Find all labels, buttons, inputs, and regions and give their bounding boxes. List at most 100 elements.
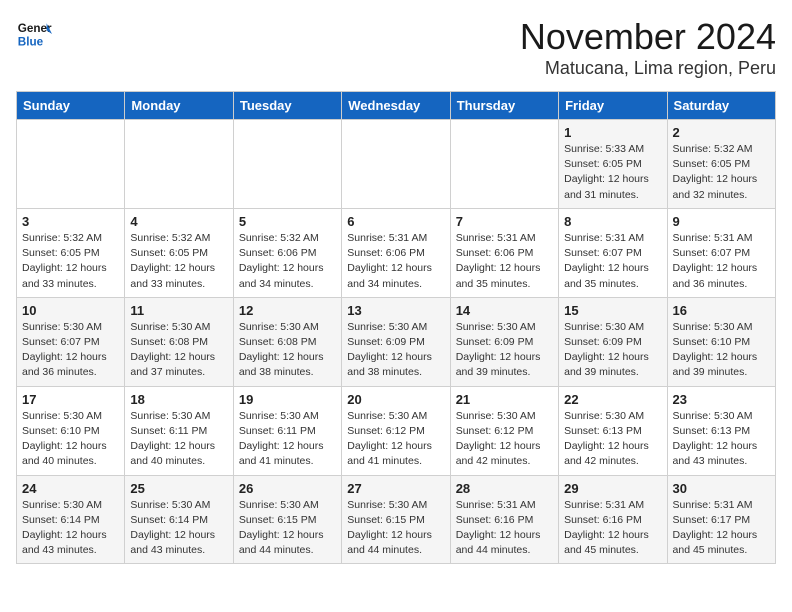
- calendar-day-cell: 21 Sunrise: 5:30 AM Sunset: 6:12 PM Dayli…: [450, 386, 558, 475]
- calendar-day-cell: 4 Sunrise: 5:32 AM Sunset: 6:05 PM Daylig…: [125, 208, 233, 297]
- weekday-header-cell: Wednesday: [342, 92, 450, 120]
- day-detail: Sunrise: 5:30 AM Sunset: 6:09 PM Dayligh…: [456, 320, 553, 381]
- day-detail: Sunrise: 5:32 AM Sunset: 6:05 PM Dayligh…: [673, 142, 770, 203]
- calendar-week-row: 10Sunrise: 5:30 AM Sunset: 6:07 PM Dayli…: [17, 297, 776, 386]
- day-number: 18: [130, 392, 227, 407]
- title-area: November 2024 Matucana, Lima region, Per…: [520, 16, 776, 79]
- day-detail: Sunrise: 5:30 AM Sunset: 6:12 PM Dayligh…: [347, 409, 444, 470]
- day-detail: Sunrise: 5:30 AM Sunset: 6:12 PM Dayligh…: [456, 409, 553, 470]
- day-detail: Sunrise: 5:32 AM Sunset: 6:05 PM Dayligh…: [130, 231, 227, 292]
- weekday-header-cell: Sunday: [17, 92, 125, 120]
- header: General Blue November 2024 Matucana, Lim…: [16, 16, 776, 79]
- day-detail: Sunrise: 5:32 AM Sunset: 6:06 PM Dayligh…: [239, 231, 336, 292]
- day-detail: Sunrise: 5:30 AM Sunset: 6:15 PM Dayligh…: [347, 498, 444, 559]
- svg-text:Blue: Blue: [18, 36, 44, 49]
- day-number: 4: [130, 214, 227, 229]
- calendar-day-cell: 17 Sunrise: 5:30 AM Sunset: 6:10 PM Dayli…: [17, 386, 125, 475]
- calendar-day-cell: 8Sunrise: 5:31 AM Sunset: 6:07 PM Daylig…: [559, 208, 667, 297]
- day-detail: Sunrise: 5:30 AM Sunset: 6:15 PM Dayligh…: [239, 498, 336, 559]
- calendar-day-cell: 22 Sunrise: 5:30 AM Sunset: 6:13 PM Dayli…: [559, 386, 667, 475]
- calendar-day-cell: [233, 120, 341, 209]
- day-number: 19: [239, 392, 336, 407]
- calendar-body: 1Sunrise: 5:33 AM Sunset: 6:05 PM Daylig…: [17, 120, 776, 564]
- calendar-table: SundayMondayTuesdayWednesdayThursdayFrid…: [16, 91, 776, 564]
- day-number: 13: [347, 303, 444, 318]
- day-number: 30: [673, 481, 770, 496]
- calendar-day-cell: 18 Sunrise: 5:30 AM Sunset: 6:11 PM Dayli…: [125, 386, 233, 475]
- day-number: 7: [456, 214, 553, 229]
- day-number: 29: [564, 481, 661, 496]
- calendar-day-cell: 23 Sunrise: 5:30 AM Sunset: 6:13 PM Dayli…: [667, 386, 775, 475]
- day-detail: Sunrise: 5:30 AM Sunset: 6:10 PM Dayligh…: [22, 409, 119, 470]
- day-detail: Sunrise: 5:30 AM Sunset: 6:13 PM Dayligh…: [673, 409, 770, 470]
- day-detail: Sunrise: 5:30 AM Sunset: 6:11 PM Dayligh…: [130, 409, 227, 470]
- day-number: 16: [673, 303, 770, 318]
- logo: General Blue: [16, 16, 52, 52]
- day-number: 3: [22, 214, 119, 229]
- calendar-day-cell: 28 Sunrise: 5:31 AM Sunset: 6:16 PM Dayli…: [450, 475, 558, 564]
- calendar-day-cell: [125, 120, 233, 209]
- day-detail: Sunrise: 5:31 AM Sunset: 6:17 PM Dayligh…: [673, 498, 770, 559]
- day-detail: Sunrise: 5:30 AM Sunset: 6:08 PM Dayligh…: [130, 320, 227, 381]
- calendar-week-row: 3 Sunrise: 5:32 AM Sunset: 6:05 PM Daylig…: [17, 208, 776, 297]
- calendar-day-cell: 24 Sunrise: 5:30 AM Sunset: 6:14 PM Dayli…: [17, 475, 125, 564]
- day-number: 22: [564, 392, 661, 407]
- day-number: 26: [239, 481, 336, 496]
- day-detail: Sunrise: 5:30 AM Sunset: 6:09 PM Dayligh…: [347, 320, 444, 381]
- calendar-day-cell: 26 Sunrise: 5:30 AM Sunset: 6:15 PM Dayli…: [233, 475, 341, 564]
- calendar-day-cell: 2Sunrise: 5:32 AM Sunset: 6:05 PM Daylig…: [667, 120, 775, 209]
- calendar-day-cell: 9Sunrise: 5:31 AM Sunset: 6:07 PM Daylig…: [667, 208, 775, 297]
- day-number: 23: [673, 392, 770, 407]
- calendar-day-cell: 27Sunrise: 5:30 AM Sunset: 6:15 PM Dayli…: [342, 475, 450, 564]
- weekday-header-cell: Monday: [125, 92, 233, 120]
- calendar-day-cell: 19 Sunrise: 5:30 AM Sunset: 6:11 PM Dayli…: [233, 386, 341, 475]
- day-number: 8: [564, 214, 661, 229]
- calendar-day-cell: 5 Sunrise: 5:32 AM Sunset: 6:06 PM Daylig…: [233, 208, 341, 297]
- weekday-header-cell: Thursday: [450, 92, 558, 120]
- weekday-header-row: SundayMondayTuesdayWednesdayThursdayFrid…: [17, 92, 776, 120]
- day-number: 6: [347, 214, 444, 229]
- day-detail: Sunrise: 5:30 AM Sunset: 6:14 PM Dayligh…: [130, 498, 227, 559]
- day-number: 9: [673, 214, 770, 229]
- day-detail: Sunrise: 5:30 AM Sunset: 6:09 PM Dayligh…: [564, 320, 661, 381]
- day-number: 11: [130, 303, 227, 318]
- day-number: 5: [239, 214, 336, 229]
- day-number: 24: [22, 481, 119, 496]
- calendar-day-cell: 20Sunrise: 5:30 AM Sunset: 6:12 PM Dayli…: [342, 386, 450, 475]
- day-detail: Sunrise: 5:31 AM Sunset: 6:06 PM Dayligh…: [347, 231, 444, 292]
- day-number: 15: [564, 303, 661, 318]
- calendar-day-cell: 6 Sunrise: 5:31 AM Sunset: 6:06 PM Daylig…: [342, 208, 450, 297]
- calendar-day-cell: 10Sunrise: 5:30 AM Sunset: 6:07 PM Dayli…: [17, 297, 125, 386]
- day-detail: Sunrise: 5:31 AM Sunset: 6:16 PM Dayligh…: [456, 498, 553, 559]
- calendar-day-cell: [342, 120, 450, 209]
- day-number: 21: [456, 392, 553, 407]
- logo-icon: General Blue: [16, 16, 52, 52]
- day-detail: Sunrise: 5:30 AM Sunset: 6:11 PM Dayligh…: [239, 409, 336, 470]
- day-number: 17: [22, 392, 119, 407]
- day-number: 1: [564, 125, 661, 140]
- weekday-header-cell: Tuesday: [233, 92, 341, 120]
- calendar-day-cell: 3 Sunrise: 5:32 AM Sunset: 6:05 PM Daylig…: [17, 208, 125, 297]
- calendar-day-cell: 16 Sunrise: 5:30 AM Sunset: 6:10 PM Dayli…: [667, 297, 775, 386]
- calendar-day-cell: 11 Sunrise: 5:30 AM Sunset: 6:08 PM Dayli…: [125, 297, 233, 386]
- calendar-day-cell: 30 Sunrise: 5:31 AM Sunset: 6:17 PM Dayli…: [667, 475, 775, 564]
- day-detail: Sunrise: 5:30 AM Sunset: 6:08 PM Dayligh…: [239, 320, 336, 381]
- day-detail: Sunrise: 5:30 AM Sunset: 6:14 PM Dayligh…: [22, 498, 119, 559]
- day-detail: Sunrise: 5:30 AM Sunset: 6:13 PM Dayligh…: [564, 409, 661, 470]
- location-title: Matucana, Lima region, Peru: [520, 58, 776, 79]
- day-detail: Sunrise: 5:30 AM Sunset: 6:10 PM Dayligh…: [673, 320, 770, 381]
- day-detail: Sunrise: 5:31 AM Sunset: 6:16 PM Dayligh…: [564, 498, 661, 559]
- day-number: 28: [456, 481, 553, 496]
- weekday-header-cell: Friday: [559, 92, 667, 120]
- calendar-week-row: 24 Sunrise: 5:30 AM Sunset: 6:14 PM Dayli…: [17, 475, 776, 564]
- day-detail: Sunrise: 5:30 AM Sunset: 6:07 PM Dayligh…: [22, 320, 119, 381]
- calendar-day-cell: 12Sunrise: 5:30 AM Sunset: 6:08 PM Dayli…: [233, 297, 341, 386]
- day-detail: Sunrise: 5:31 AM Sunset: 6:06 PM Dayligh…: [456, 231, 553, 292]
- calendar-day-cell: 1Sunrise: 5:33 AM Sunset: 6:05 PM Daylig…: [559, 120, 667, 209]
- calendar-day-cell: 29 Sunrise: 5:31 AM Sunset: 6:16 PM Dayli…: [559, 475, 667, 564]
- weekday-header-cell: Saturday: [667, 92, 775, 120]
- calendar-day-cell: [450, 120, 558, 209]
- day-detail: Sunrise: 5:32 AM Sunset: 6:05 PM Dayligh…: [22, 231, 119, 292]
- calendar-week-row: 17 Sunrise: 5:30 AM Sunset: 6:10 PM Dayli…: [17, 386, 776, 475]
- calendar-day-cell: 14Sunrise: 5:30 AM Sunset: 6:09 PM Dayli…: [450, 297, 558, 386]
